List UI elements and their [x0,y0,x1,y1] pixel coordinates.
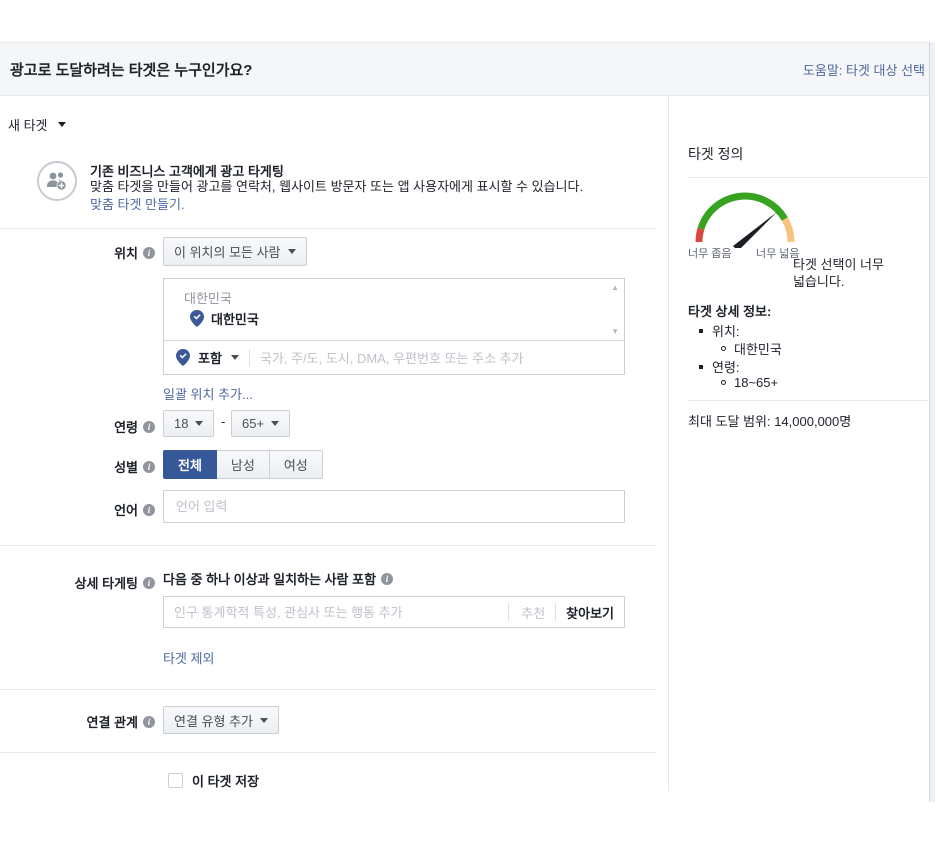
include-dropdown[interactable]: 포함 [198,348,222,367]
age-max-dropdown[interactable]: 65+ [231,410,290,437]
connections-label: 연결 관계 i [0,712,155,731]
detail-item-age: 연령: [699,357,740,376]
page-title: 광고로 도달하려는 타겟은 누구인가요? [10,59,252,80]
section-header-bar: 광고로 도달하려는 타겟은 누구인가요? 도움말: 타겟 대상 선택 [0,42,935,96]
age-min-dropdown[interactable]: 18 [163,410,214,437]
location-list-box: 대한민국 대한민국 ▲ ▼ 포함 국가, 주/도, 도시, DMA, 우편번호 … [163,278,625,375]
bulk-locations-link[interactable]: 일괄 위치 추가... [163,384,253,403]
audience-selector-label: 새 타겟 [8,115,48,134]
info-icon[interactable]: i [143,421,155,433]
location-group-header: 대한민국 [184,288,232,307]
scroll-down-icon[interactable]: ▼ [611,327,619,336]
chevron-down-icon [271,421,279,426]
audience-definition-title: 타겟 정의 [688,144,743,164]
gauge-too-narrow-label: 너무 좁음 [688,245,732,261]
language-input[interactable] [163,490,625,523]
input-separator [249,349,250,367]
square-bullet-icon [699,365,703,369]
promo-body-text: 맞춤 타겟을 만들어 광고를 연락처, 웹사이트 방문자 또는 앱 사용자에게 … [90,179,583,194]
info-icon[interactable]: i [143,577,155,589]
gender-option-all[interactable]: 전체 [163,450,217,479]
potential-reach-text: 최대 도달 범위: 14,000,000명 [688,411,851,430]
audience-definition-gauge [688,186,803,248]
audience-targeting-page: 광고로 도달하려는 타겟은 누구인가요? 도움말: 타겟 대상 선택 새 타겟 … [0,0,935,864]
info-icon[interactable]: i [143,716,155,728]
sidebar-divider [688,400,928,401]
chevron-down-icon [231,355,239,360]
gender-option-male[interactable]: 남성 [217,450,270,479]
exclude-audience-link[interactable]: 타겟 제외 [163,648,214,667]
circle-bullet-icon [721,346,726,351]
gender-label: 성별 i [0,457,155,476]
gender-option-female[interactable]: 여성 [270,450,323,479]
gender-segmented-control: 전체 남성 여성 [163,450,323,479]
selected-location-name: 대한민국 [211,309,259,328]
info-icon[interactable]: i [143,247,155,259]
sidebar-divider [688,177,928,178]
square-bullet-icon [699,329,703,333]
chevron-down-icon [288,249,296,254]
save-audience-label: 이 타겟 저장 [192,771,259,790]
divider [0,228,656,229]
panel-right-gutter [930,42,935,802]
divider [0,689,656,690]
language-label: 언어 i [0,500,155,519]
detailed-targeting-input[interactable] [174,605,498,620]
detailed-targeting-input-wrap: 추천 찾아보기 [163,596,625,628]
location-include-row: 포함 국가, 주/도, 도시, DMA, 우편번호 또는 주소 추가 [164,340,624,374]
input-separator [555,603,556,621]
info-icon[interactable]: i [381,573,393,585]
detail-value-age: 18~65+ [721,375,778,390]
audience-details-heading: 타겟 상세 정보: [688,301,771,320]
location-label: 위치 i [0,243,155,262]
chevron-down-icon [260,718,268,723]
input-separator [508,603,509,621]
divider [0,545,656,546]
sidebar-divider-line [668,96,669,791]
suggestions-button[interactable]: 추천 [521,603,545,622]
map-pin-check-icon [176,349,190,366]
custom-audience-icon-circle [37,161,77,201]
chevron-down-icon [58,122,66,127]
divider [0,752,656,753]
audience-selector-dropdown[interactable]: 새 타겟 [8,115,66,134]
age-label: 연령 i [0,417,155,436]
people-plus-icon [45,170,69,192]
scroll-up-icon[interactable]: ▲ [611,283,619,292]
detailed-targeting-heading: 다음 중 하나 이상과 일치하는 사람 포함 i [163,569,393,588]
map-pin-check-icon [190,310,204,327]
location-search-input[interactable]: 국가, 주/도, 도시, DMA, 우편번호 또는 주소 추가 [260,348,524,367]
browse-button[interactable]: 찾아보기 [566,603,614,622]
gauge-status-text: 타겟 선택이 너무 넓습니다. [793,256,893,290]
age-range-separator: - [221,414,225,429]
gauge-needle [733,212,777,248]
selected-location-row[interactable]: 대한민국 [190,309,259,328]
help-link[interactable]: 도움말: 타겟 대상 선택 [803,60,925,79]
save-audience-row: 이 타겟 저장 [168,771,259,790]
detailed-targeting-label: 상세 타게팅 i [0,573,155,592]
detail-item-location: 위치: [699,321,740,340]
detail-value-location: 대한민국 [721,339,782,358]
circle-bullet-icon [721,380,726,385]
add-connection-type-dropdown[interactable]: 연결 유형 추가 [163,706,279,734]
custom-audience-promo-body: 맞춤 타겟을 만들어 광고를 연락처, 웹사이트 방문자 또는 앱 사용자에게 … [90,178,593,214]
create-custom-audience-link[interactable]: 맞춤 타겟 만들기. [90,197,185,212]
info-icon[interactable]: i [143,504,155,516]
save-audience-checkbox[interactable] [168,773,183,788]
info-icon[interactable]: i [143,461,155,473]
location-mode-dropdown[interactable]: 이 위치의 모든 사람 [163,237,307,266]
chevron-down-icon [195,421,203,426]
